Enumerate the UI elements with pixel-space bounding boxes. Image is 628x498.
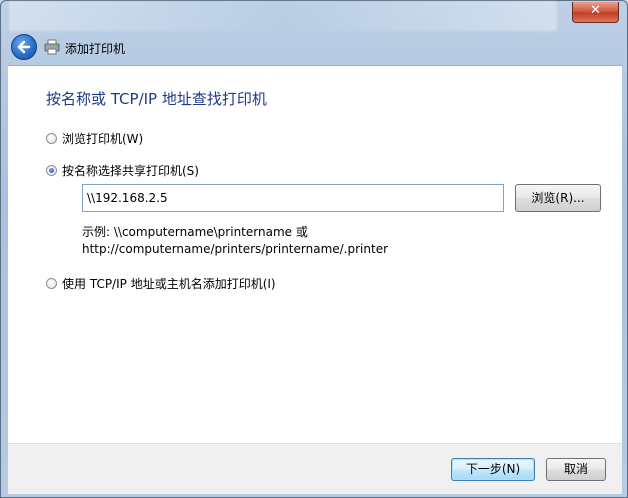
radio-browse-printer[interactable]	[46, 133, 57, 144]
next-button[interactable]: 下一步(N)	[451, 458, 535, 481]
page-heading: 按名称或 TCP/IP 地址查找打印机	[46, 90, 267, 108]
close-button[interactable]: ✕	[572, 2, 619, 23]
option-select-shared-printer[interactable]: 按名称选择共享打印机(S)	[46, 162, 199, 179]
browse-button[interactable]: 浏览(R)...	[515, 184, 601, 212]
printer-path-input[interactable]	[82, 184, 504, 212]
back-arrow-icon	[17, 40, 31, 54]
option-label: 浏览打印机(W)	[62, 132, 144, 146]
window-title: 添加打印机	[65, 42, 126, 56]
radio-add-by-tcpip[interactable]	[46, 278, 57, 289]
option-add-by-tcpip[interactable]: 使用 TCP/IP 地址或主机名添加打印机(I)	[46, 275, 276, 292]
example-line-1: 示例: \\computername\printername 或	[82, 225, 308, 239]
example-text: 示例: \\computername\printername 或 http://…	[82, 224, 388, 258]
title-bar	[9, 1, 557, 31]
printer-icon	[44, 39, 60, 55]
wizard-footer: 下一步(N) 取消	[8, 443, 622, 494]
option-label: 按名称选择共享打印机(S)	[62, 164, 199, 178]
nav-bar: 添加打印机	[8, 32, 620, 64]
window-frame: ✕ 添加打印机 按名称或 TCP/IP 地址查找打印机 浏览打印机(W) 按名称…	[0, 0, 628, 498]
radio-select-shared-printer[interactable]	[46, 165, 57, 176]
cancel-button[interactable]: 取消	[546, 458, 606, 481]
option-label: 使用 TCP/IP 地址或主机名添加打印机(I)	[62, 277, 276, 291]
example-line-2: http://computername/printers/printername…	[82, 242, 389, 256]
back-button[interactable]	[11, 34, 37, 60]
wizard-content: 按名称或 TCP/IP 地址查找打印机 浏览打印机(W) 按名称选择共享打印机(…	[8, 65, 622, 444]
close-icon: ✕	[590, 3, 601, 18]
option-browse-printer[interactable]: 浏览打印机(W)	[46, 130, 143, 147]
